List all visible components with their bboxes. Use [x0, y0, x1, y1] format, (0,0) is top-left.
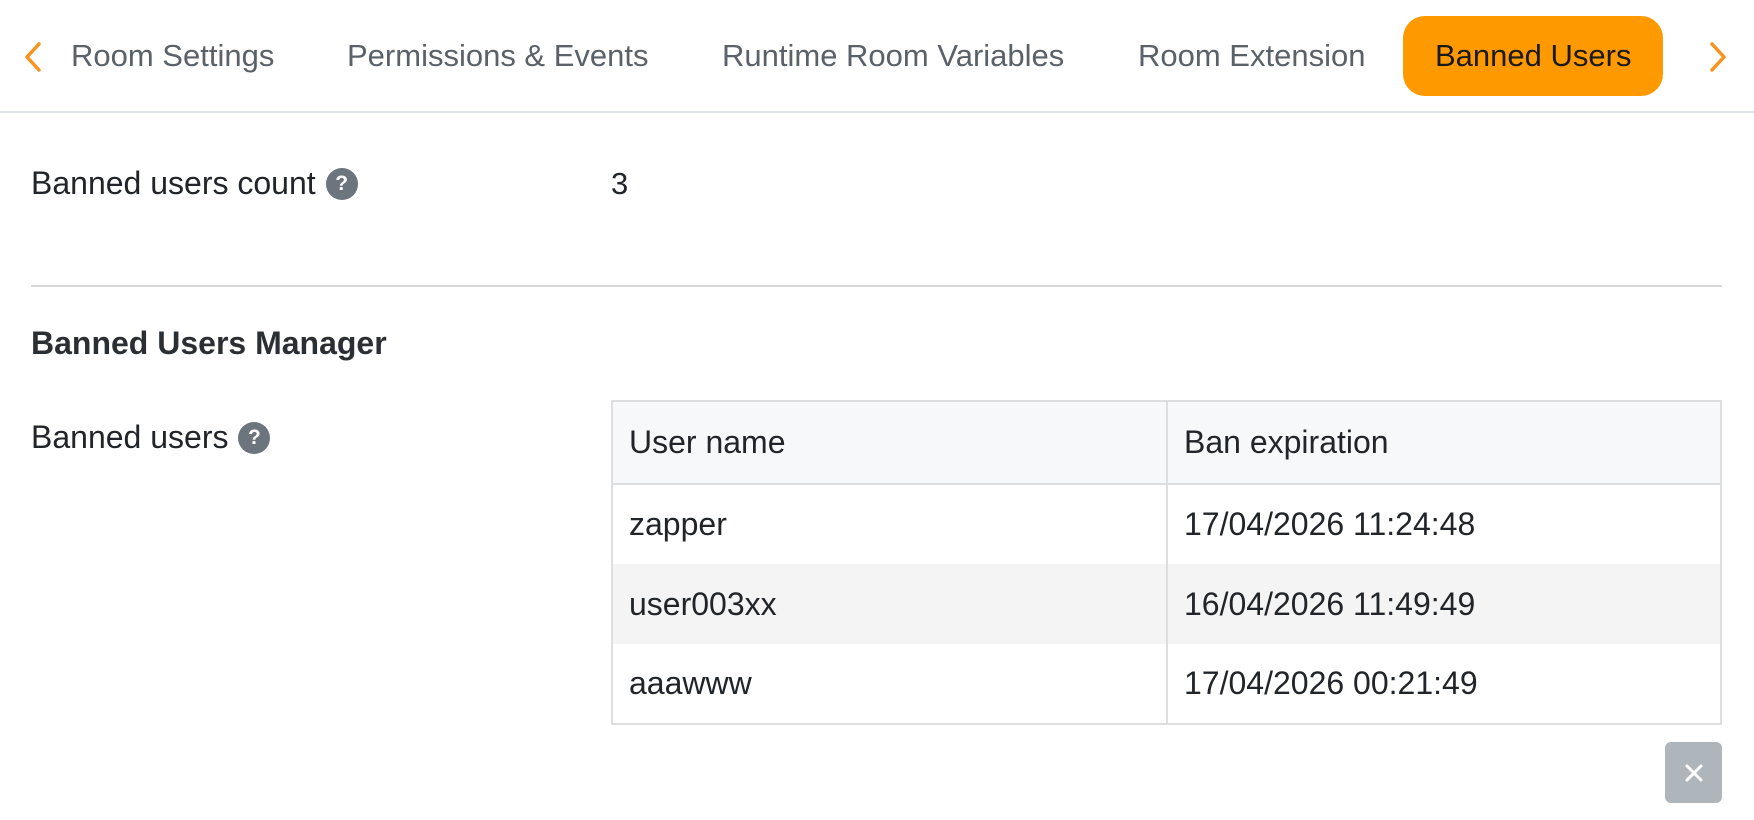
user-name-cell: user003xx: [611, 564, 1168, 644]
tab-room-settings[interactable]: Room Settings: [71, 16, 274, 96]
remove-ban-button[interactable]: [1665, 742, 1722, 803]
banned-users-count-label: Banned users count: [31, 165, 316, 201]
section-divider: [31, 285, 1722, 287]
ban-expiration-cell: 16/04/2026 11:49:49: [1166, 564, 1722, 644]
banned-users-count-row: Banned users count ?: [31, 165, 358, 202]
table-row[interactable]: user003xx 16/04/2026 11:49:49: [611, 564, 1722, 644]
user-name-cell: zapper: [611, 484, 1168, 564]
ban-expiration-cell: 17/04/2026 11:24:48: [1166, 484, 1722, 564]
column-header-user-name[interactable]: User name: [611, 400, 1168, 485]
tab-banned-users[interactable]: Banned Users: [1403, 16, 1664, 96]
close-icon: [1685, 764, 1702, 781]
banned-users-label: Banned users: [31, 419, 229, 455]
chevron-right-icon[interactable]: [1703, 37, 1733, 77]
section-title: Banned Users Manager: [31, 325, 387, 361]
tab-bar: Room Settings Permissions & Events Runti…: [0, 0, 1754, 113]
banned-users-count-value: 3: [611, 166, 629, 201]
table-row[interactable]: aaawww 17/04/2026 00:21:49: [611, 644, 1722, 725]
table-row[interactable]: zapper 17/04/2026 11:24:48: [611, 484, 1722, 564]
banned-users-table: User name Ban expiration zapper 17/04/20…: [611, 400, 1722, 725]
tab-permissions-events[interactable]: Permissions & Events: [347, 16, 649, 96]
banned-users-row: Banned users ?: [31, 419, 271, 456]
chevron-left-icon[interactable]: [18, 37, 48, 77]
table-header-row: User name Ban expiration: [611, 400, 1722, 485]
question-circle-icon[interactable]: ?: [238, 421, 271, 454]
tab-runtime-room-variables[interactable]: Runtime Room Variables: [722, 16, 1064, 96]
ban-expiration-cell: 17/04/2026 00:21:49: [1166, 644, 1722, 725]
user-name-cell: aaawww: [611, 644, 1168, 725]
tab-room-extension[interactable]: Room Extension: [1138, 16, 1365, 96]
column-header-ban-expiration[interactable]: Ban expiration: [1166, 400, 1722, 485]
question-circle-icon[interactable]: ?: [325, 167, 358, 200]
